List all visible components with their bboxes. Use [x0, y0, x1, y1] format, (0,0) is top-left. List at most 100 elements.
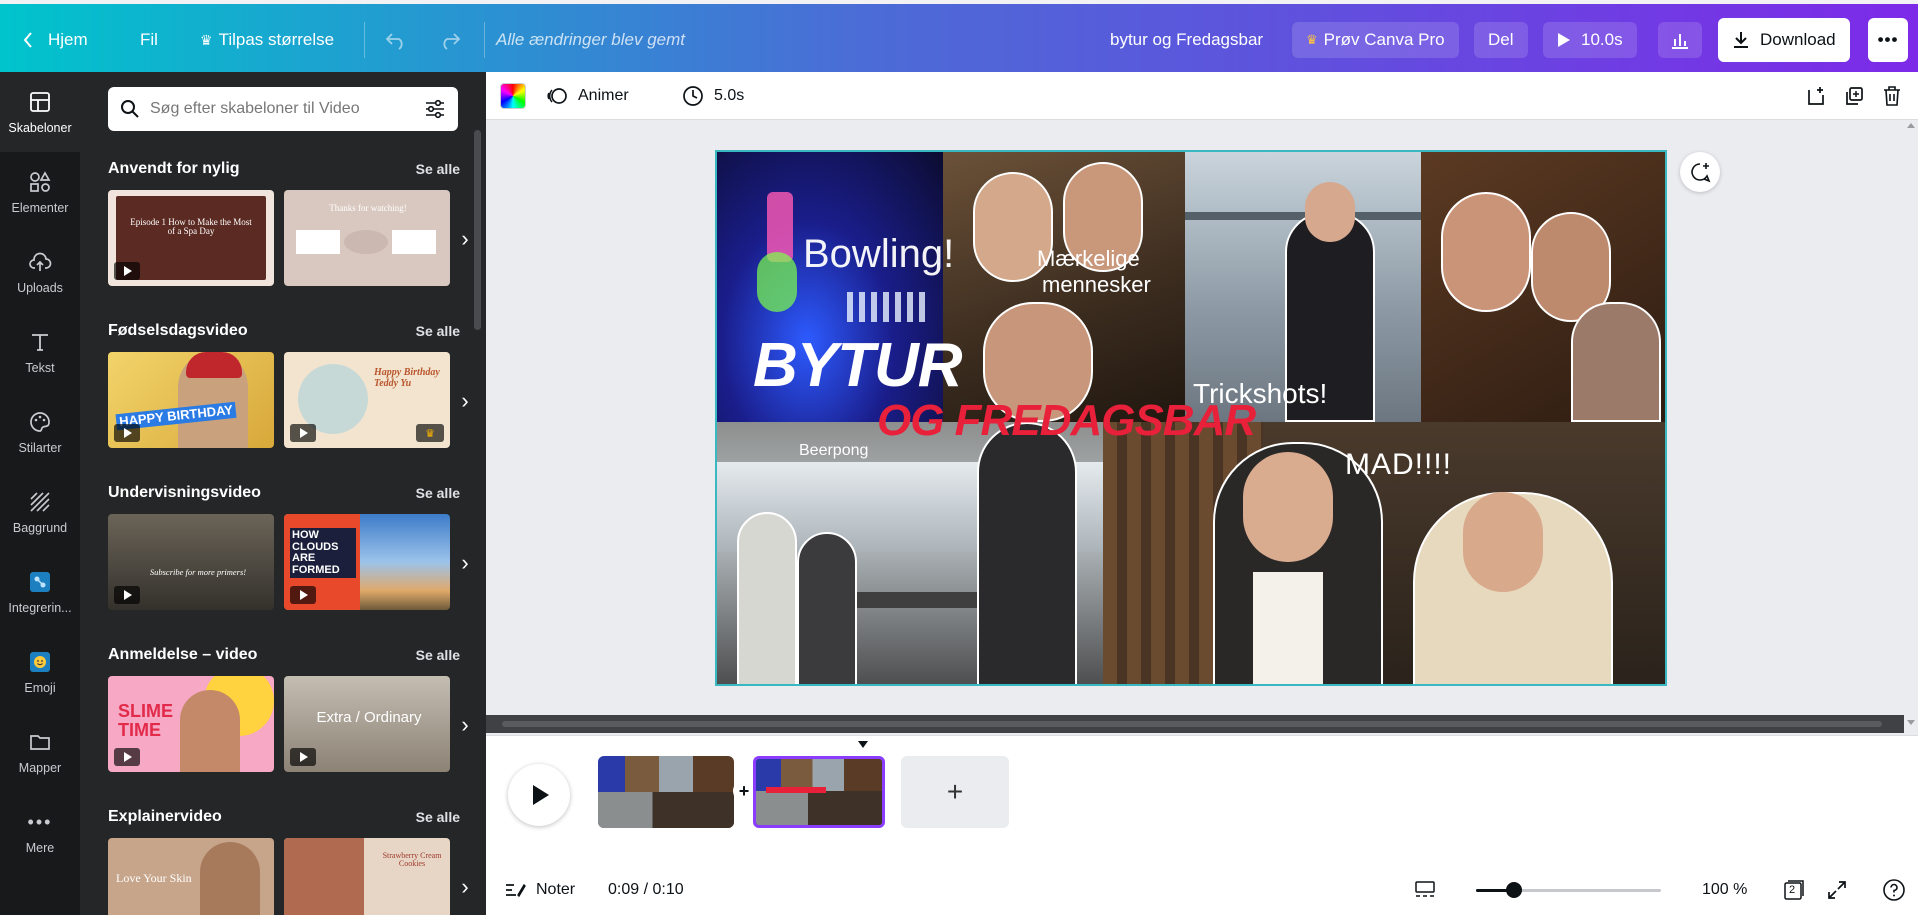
template-thumbnail[interactable]: Happy Birthday Teddy Yu ♛ — [284, 352, 450, 448]
playhead-marker[interactable] — [858, 736, 868, 748]
preview-play-button[interactable]: 10.0s — [1543, 22, 1637, 58]
template-thumbnail[interactable]: Thanks for watching! — [284, 190, 450, 286]
see-all-link[interactable]: Se alle — [416, 323, 460, 339]
thumb-text: Love Your Skin — [116, 871, 192, 885]
chevron-right-icon[interactable]: › — [456, 712, 474, 738]
share-button[interactable]: Del — [1474, 22, 1528, 58]
duration-label: 10.0s — [1581, 30, 1623, 49]
help-button[interactable] — [1882, 878, 1906, 902]
play-icon — [290, 586, 316, 604]
zoom-slider-handle[interactable] — [1506, 882, 1522, 898]
panel-scrollbar[interactable] — [474, 130, 481, 330]
rail-item-uploads[interactable]: Uploads — [0, 232, 80, 312]
insights-button[interactable] — [1658, 22, 1702, 58]
template-search[interactable] — [108, 87, 458, 131]
see-all-link[interactable]: Se alle — [416, 647, 460, 663]
editor-vertical-scrollbar[interactable] — [1904, 120, 1918, 730]
comment-button[interactable] — [1680, 152, 1720, 192]
page-count-button[interactable]: 2 — [1782, 878, 1806, 902]
chevron-right-icon[interactable]: › — [456, 550, 474, 576]
text-strange-people-line1[interactable]: Mærkelige — [1037, 246, 1140, 272]
thumb-text: Subscribe for more primers! — [149, 567, 247, 577]
add-page-button[interactable]: + — [901, 756, 1009, 828]
duplicate-page-button[interactable] — [1843, 80, 1865, 112]
rail-label: Skabeloner — [8, 121, 72, 135]
rail-label: Mere — [25, 841, 55, 855]
template-thumbnail[interactable]: Strawberry Cream Cookies — [284, 838, 450, 915]
file-menu[interactable]: Fil — [140, 22, 158, 58]
thumb-text: Thanks for watching! — [329, 203, 407, 213]
timeline-play-button[interactable] — [508, 764, 570, 826]
text-icon — [27, 329, 53, 355]
animate-label: Animer — [578, 87, 629, 104]
chevron-right-icon[interactable]: › — [456, 226, 474, 252]
playback-time: 0:09 / 0:10 — [608, 881, 684, 898]
try-pro-button[interactable]: ♛ Prøv Canva Pro — [1292, 22, 1459, 58]
chevron-right-icon[interactable]: › — [456, 388, 474, 414]
see-all-link[interactable]: Se alle — [416, 485, 460, 501]
see-all-link[interactable]: Se alle — [416, 161, 460, 177]
editor-horizontal-scrollbar[interactable] — [486, 715, 1904, 733]
download-icon — [1732, 31, 1750, 49]
more-options-button[interactable]: ••• — [1868, 18, 1908, 62]
grid-view-button[interactable] — [1414, 878, 1436, 902]
design-canvas[interactable]: Bowling! Mærkelige mennesker BYTUR OG FR… — [715, 150, 1667, 686]
text-food[interactable]: MAD!!!! — [1345, 448, 1452, 482]
template-thumbnail[interactable]: HOW CLOUDS ARE FORMED — [284, 514, 450, 610]
template-thumbnail[interactable]: Episode 1 How to Make the Most of a Spa … — [108, 190, 274, 286]
crown-icon: ♛ — [200, 31, 213, 48]
template-thumbnail[interactable]: HAPPY BIRTHDAY — [108, 352, 274, 448]
section-title: Fødselsdagsvideo — [108, 322, 248, 339]
redo-button[interactable] — [438, 22, 462, 58]
timeline-clip-1[interactable] — [598, 756, 734, 828]
text-strange-people-line2[interactable]: mennesker — [1042, 272, 1151, 298]
add-transition-button[interactable]: + — [733, 780, 755, 802]
search-input[interactable] — [150, 100, 424, 118]
more-icon: ••• — [27, 811, 53, 832]
scrollbar-track[interactable] — [502, 721, 1882, 727]
template-thumbnail[interactable]: Extra / Ordinary — [284, 676, 450, 772]
section-title: Undervisningsvideo — [108, 484, 261, 501]
rail-item-emoji[interactable]: Emoji — [0, 632, 80, 712]
section-title: Anmeldelse – video — [108, 646, 258, 663]
project-title[interactable]: bytur og Fredagsbar — [1110, 22, 1263, 58]
filter-icon[interactable] — [424, 99, 446, 119]
delete-page-button[interactable] — [1881, 80, 1903, 112]
home-button[interactable]: Hjem — [22, 22, 88, 58]
rail-item-templates[interactable]: Skabeloner — [0, 72, 80, 152]
resize-button[interactable]: ♛ Tilpas størrelse — [200, 22, 334, 58]
notes-icon — [504, 881, 526, 899]
rail-item-folders[interactable]: Mapper — [0, 712, 80, 792]
add-page-button[interactable] — [1805, 80, 1827, 112]
chevron-right-icon[interactable]: › — [456, 874, 474, 900]
fullscreen-button[interactable] — [1826, 878, 1848, 902]
notes-button[interactable]: Noter — [504, 878, 575, 902]
section-review: Anmeldelse – video Se alle SLIME TIME Ex… — [108, 644, 469, 772]
text-title-main[interactable]: BYTUR — [753, 330, 963, 401]
rail-item-more[interactable]: ••• Mere — [0, 792, 80, 872]
animate-button[interactable]: Animer — [546, 80, 629, 112]
see-all-link[interactable]: Se alle — [416, 809, 460, 825]
download-button[interactable]: Download — [1718, 18, 1850, 62]
thumb-text: Extra / Ordinary — [316, 709, 422, 726]
template-thumbnail[interactable]: Subscribe for more primers! — [108, 514, 274, 610]
color-button[interactable] — [500, 80, 526, 112]
photo-beerpong[interactable] — [717, 422, 1103, 684]
duration-button[interactable]: 5.0s — [682, 80, 744, 112]
section-tutorial: Undervisningsvideo Se alle Subscribe for… — [108, 482, 469, 610]
text-beerpong[interactable]: Beerpong — [799, 442, 868, 460]
undo-button[interactable] — [384, 22, 408, 58]
text-trickshots[interactable]: Trickshots! — [1193, 378, 1327, 410]
timeline-clip-2-selected[interactable] — [753, 756, 885, 828]
rail-item-integrations[interactable]: Integrerin... — [0, 552, 80, 632]
photo-group[interactable] — [1421, 152, 1665, 422]
rail-item-text[interactable]: Tekst — [0, 312, 80, 392]
undo-icon — [384, 30, 408, 50]
template-thumbnail[interactable]: Love Your Skin — [108, 838, 274, 915]
rail-item-elements[interactable]: Elementer — [0, 152, 80, 232]
rail-item-styles[interactable]: Stilarter — [0, 392, 80, 472]
template-thumbnail[interactable]: SLIME TIME — [108, 676, 274, 772]
zoom-level[interactable]: 100 % — [1702, 878, 1747, 902]
text-bowling[interactable]: Bowling! — [803, 232, 954, 277]
rail-item-background[interactable]: Baggrund — [0, 472, 80, 552]
